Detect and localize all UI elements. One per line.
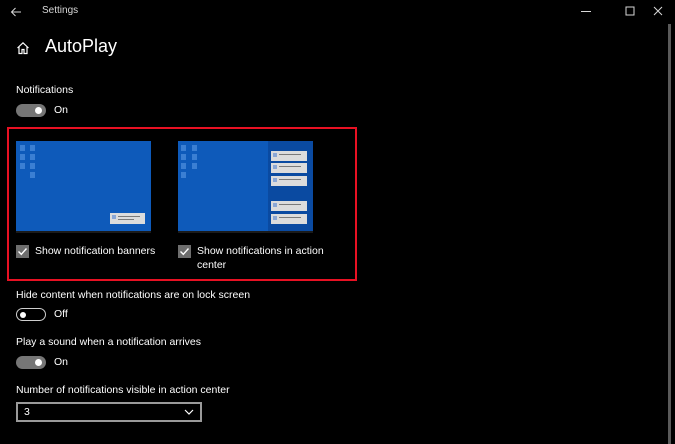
show-banners-checkbox[interactable]	[16, 245, 29, 258]
dropdown-value: 3	[24, 406, 30, 418]
action-center-preview-image	[178, 141, 313, 233]
checkmark-icon	[18, 248, 28, 256]
banner-line	[118, 219, 134, 220]
desktop-icon	[181, 163, 186, 169]
minimize-icon	[581, 11, 591, 12]
home-button[interactable]	[16, 41, 30, 55]
show-in-action-center-checkbox[interactable]	[178, 245, 191, 258]
maximize-icon	[625, 6, 635, 16]
back-button[interactable]	[6, 2, 26, 20]
notifications-toggle[interactable]	[16, 104, 46, 117]
desktop-icon	[20, 154, 25, 160]
sound-label: Play a sound when a notification arrives	[16, 336, 202, 348]
banner-line	[118, 216, 140, 217]
sound-toggle[interactable]	[16, 356, 46, 369]
close-button[interactable]	[641, 0, 675, 22]
page-title: AutoPlay	[45, 36, 118, 56]
banner-app-icon	[112, 215, 116, 219]
scrollbar[interactable]	[668, 24, 671, 444]
minimize-button[interactable]	[569, 0, 603, 22]
notification-card	[271, 163, 307, 173]
chevron-down-icon	[184, 409, 194, 415]
desktop-icon	[30, 163, 35, 169]
desktop-icon	[181, 154, 186, 160]
desktop-icon	[181, 145, 186, 151]
notification-card	[271, 214, 307, 224]
home-icon	[17, 41, 29, 55]
show-banners-label: Show notification banners	[35, 245, 156, 257]
show-in-action-center-label: Show notifications in action center	[197, 245, 324, 271]
desktop-icon	[30, 145, 35, 151]
notifications-label: Notifications	[16, 84, 74, 96]
arrow-left-icon	[10, 7, 21, 17]
desktop-icon	[20, 163, 25, 169]
window-title: Settings	[42, 5, 79, 16]
notification-card	[271, 151, 307, 161]
lock-screen-toggle-state: Off	[54, 308, 68, 320]
taskbar	[178, 231, 313, 233]
notification-card	[271, 176, 307, 186]
action-center-count-dropdown[interactable]: 3	[16, 402, 202, 422]
desktop-icon	[192, 145, 197, 151]
toggle-knob	[35, 107, 42, 114]
lock-screen-label: Hide content when notifications are on l…	[16, 289, 251, 301]
desktop-icon	[30, 154, 35, 160]
desktop-icon	[181, 172, 186, 178]
action-center-panel	[268, 141, 313, 231]
sound-toggle-state: On	[54, 356, 69, 368]
taskbar	[16, 231, 151, 233]
desktop-icon	[30, 172, 35, 178]
lock-screen-toggle[interactable]	[16, 308, 46, 321]
desktop-icon	[192, 163, 197, 169]
desktop-icon	[192, 154, 197, 160]
close-icon	[653, 6, 663, 16]
checkmark-icon	[180, 248, 190, 256]
title-bar: Settings	[0, 0, 675, 22]
toggle-knob	[35, 359, 42, 366]
action-center-count-label: Number of notifications visible in actio…	[16, 384, 230, 396]
notification-banner	[110, 213, 145, 224]
banner-preview-image	[16, 141, 151, 233]
toggle-knob	[20, 311, 26, 318]
desktop-icon	[20, 145, 25, 151]
notification-card	[271, 201, 307, 211]
notifications-toggle-state: On	[54, 104, 69, 116]
